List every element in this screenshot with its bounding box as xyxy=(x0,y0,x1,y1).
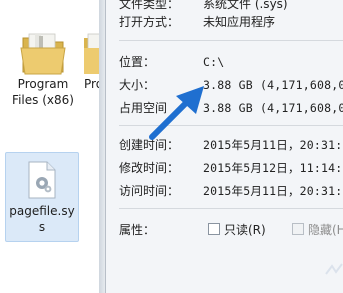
watermark-logo xyxy=(325,263,343,275)
attributes-label: 属性： xyxy=(119,223,156,237)
created-value[interactable]: 2015年5月11日，20:31:56 xyxy=(203,135,343,155)
accessed-label: 访问时间： xyxy=(119,184,180,198)
readonly-checkbox[interactable] xyxy=(208,223,220,235)
accessed-value[interactable]: 2015年5月11日，20:31:56 xyxy=(203,181,343,201)
separator xyxy=(119,208,343,209)
hidden-checkbox-label[interactable]: 隐藏(H) xyxy=(308,220,343,240)
properties-dialog: 文件类型： 系统文件 (.sys) 打开方式： 未知应用程序 位置： C:\ 大… xyxy=(105,0,343,293)
modified-value[interactable]: 2015年5月12日，11:14:37 xyxy=(203,158,343,178)
size-value[interactable]: 3.88 GB (4,171,608,064 xyxy=(203,75,343,95)
desktop-icon-label: Files (x86) xyxy=(12,93,74,107)
folder-icon xyxy=(20,33,66,75)
open-with-label: 打开方式： xyxy=(119,15,180,29)
hidden-checkbox[interactable] xyxy=(292,223,304,235)
open-with-value: 未知应用程序 xyxy=(203,15,276,29)
readonly-checkbox-label[interactable]: 只读(R) xyxy=(224,220,266,240)
size-on-disk-value[interactable]: 3.88 GB (4,171,608,064 xyxy=(203,98,343,118)
system-file-icon xyxy=(28,161,56,199)
location-value[interactable]: C:\ xyxy=(203,52,224,72)
arrow-annotation xyxy=(149,86,204,140)
location-label: 位置： xyxy=(119,55,156,69)
separator xyxy=(119,40,343,41)
modified-label: 修改时间： xyxy=(119,161,180,175)
desktop-icon-label: Program xyxy=(17,77,69,91)
desktop-icon-program-files-x86[interactable]: Program Files (x86) xyxy=(2,20,84,108)
attributes-row: 属性： 只读(R) 隐藏(H) xyxy=(106,220,343,240)
desktop-icon-label: pagefile.sy xyxy=(9,204,75,218)
desktop-icon-label: s xyxy=(38,220,46,234)
desktop-icon-pagefile[interactable]: pagefile.sy s xyxy=(5,152,79,242)
